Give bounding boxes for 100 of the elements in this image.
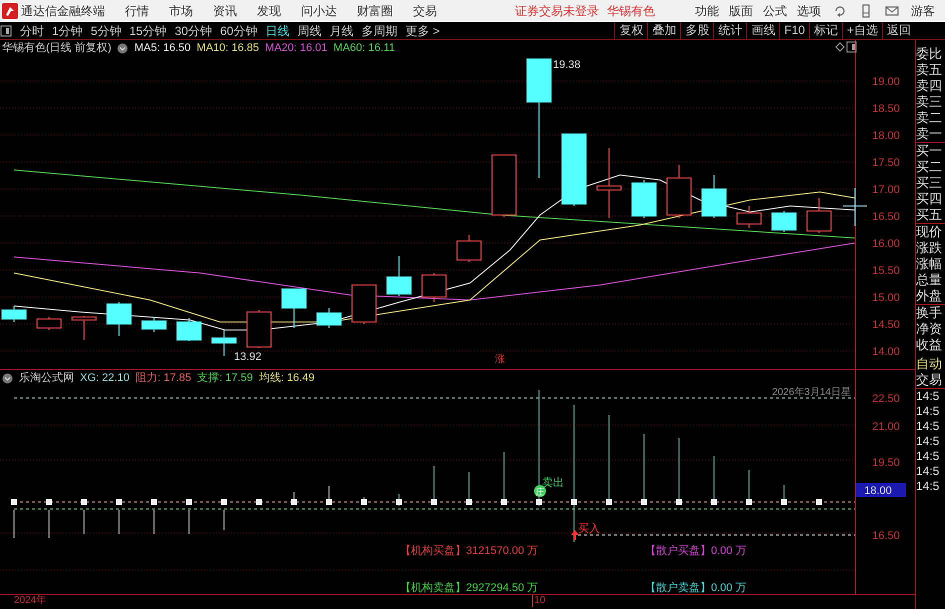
menu-item[interactable]: 财富圈	[357, 2, 393, 20]
candlestick	[72, 316, 96, 340]
refresh-icon[interactable]	[833, 4, 847, 18]
candlestick	[282, 288, 306, 328]
axis-label: 14.50	[872, 319, 900, 331]
signal-bar	[431, 466, 437, 505]
signal-bar	[186, 499, 192, 534]
dropdown-icon[interactable]	[117, 42, 128, 54]
quote-label: 买三	[916, 175, 943, 191]
quote-label: 换手	[916, 305, 943, 321]
axis-label: 19.00	[872, 76, 900, 88]
signal-bar	[46, 499, 52, 538]
period-tab[interactable]: 多周期	[361, 22, 398, 40]
candlestick	[596, 148, 622, 218]
menu-item[interactable]: 公式	[763, 2, 787, 20]
period-tab[interactable]: 5分钟	[90, 22, 122, 40]
auto-trade-label[interactable]: 交易	[916, 372, 945, 389]
menu-item[interactable]: 问小达	[301, 2, 337, 20]
axis-label: 18.00	[872, 130, 900, 142]
period-tab[interactable]: 月线	[329, 22, 354, 40]
quote-label: 外盘	[916, 288, 945, 305]
axis-label: 22.50	[872, 393, 900, 405]
axis-label: 19.50	[872, 457, 900, 469]
signal-bar	[711, 456, 717, 505]
panel-toggle-icon[interactable]	[0, 24, 12, 36]
toolbar-button[interactable]: F10	[779, 22, 809, 39]
indicator-value: MA20: 16.01	[265, 41, 328, 55]
period-tab[interactable]: 60分钟	[220, 22, 258, 40]
period-tab[interactable]: 1分钟	[52, 22, 83, 40]
menu-item[interactable]: 功能	[695, 2, 719, 20]
high-price-label: 19.38	[553, 59, 581, 71]
toolbar-button[interactable]: 叠加	[647, 22, 680, 39]
signal-bar	[746, 470, 752, 505]
menu-item[interactable]: 行情	[125, 2, 149, 20]
date-label: 2026年3月14日星	[772, 387, 851, 398]
user-label[interactable]: 游客	[911, 2, 935, 20]
toolbar-button[interactable]: 画线	[746, 22, 780, 39]
menu-item[interactable]: 资讯	[213, 2, 237, 20]
axis-label: 16.00	[872, 238, 900, 250]
candlestick	[806, 198, 832, 234]
quote-label: 涨跌	[916, 240, 943, 256]
signal-bar	[326, 486, 332, 505]
quote-label: 卖一	[916, 126, 945, 143]
period-tab[interactable]: 30分钟	[174, 22, 212, 40]
dropdown-icon[interactable]	[2, 372, 13, 384]
trade-time: 14:5	[916, 389, 940, 404]
auto-trade-label[interactable]: 自动	[916, 356, 945, 372]
candlestick	[386, 256, 412, 296]
toolbar-button[interactable]: 标记	[808, 22, 842, 39]
chart-title: 华锡有色(日线 前复权)	[2, 41, 112, 55]
axis-label: 14.00	[872, 346, 900, 358]
toolbar-button[interactable]: 返回	[882, 22, 915, 39]
low-price-label: 13.92	[234, 351, 262, 363]
axis-label: 15.50	[872, 265, 900, 277]
signal-bar	[291, 492, 297, 505]
menu-item[interactable]: 版面	[729, 2, 753, 20]
indicator-value: 均线: 16.49	[258, 371, 314, 385]
mail-icon[interactable]	[885, 4, 899, 18]
axis-label: 16.50	[872, 530, 900, 542]
signal-bar	[466, 472, 472, 505]
quote-label: 总量	[916, 272, 943, 288]
candlestick	[352, 284, 376, 324]
candlestick	[666, 164, 692, 218]
toolbar-button[interactable]: 多股	[680, 22, 714, 39]
panel-icon[interactable]	[846, 42, 856, 52]
period-tab[interactable]: 分时	[20, 22, 44, 40]
signal-bar	[221, 499, 227, 530]
flow-summary: 【散户卖盘】0.00 万	[645, 582, 746, 594]
toolbar-button[interactable]: +自选	[842, 22, 882, 39]
period-tab[interactable]: 周线	[297, 22, 322, 40]
candlestick	[772, 210, 796, 232]
menu-item[interactable]: 交易	[413, 2, 437, 20]
trade-time: 14:5	[916, 419, 940, 434]
axis-label: 18.50	[872, 103, 900, 115]
signal-bar	[676, 438, 682, 505]
toolbar-button[interactable]: 统计	[713, 22, 746, 39]
trade-time: 14:5	[916, 479, 940, 494]
menu-item[interactable]: 发现	[257, 2, 281, 20]
current-value-tag: 18.00	[856, 483, 906, 497]
toolbar-button[interactable]: 复权	[614, 22, 648, 39]
axis-label: 15.00	[872, 292, 900, 304]
sell-signal-badge: 庄	[534, 485, 546, 497]
menu-item[interactable]: 市场	[169, 2, 193, 20]
menu-item[interactable]: 选项	[797, 2, 821, 20]
stock-name: 华锡有色	[607, 3, 655, 20]
candlestick	[2, 306, 26, 322]
axis-label: 21.00	[872, 421, 900, 433]
candlestick	[36, 316, 62, 330]
candlestick	[422, 272, 446, 302]
signal-bar	[641, 434, 647, 505]
time-axis-label: 2024年	[14, 595, 46, 607]
period-tab[interactable]: 更多 >	[405, 22, 440, 40]
quote-label: 卖二	[916, 110, 943, 126]
flow-summary: 【散户买盘】0.00 万	[645, 545, 746, 557]
candlestick	[632, 180, 656, 218]
signal-bar	[396, 494, 402, 506]
period-tab[interactable]: 日线	[265, 22, 290, 40]
diamond-icon[interactable]	[835, 42, 845, 52]
period-tab[interactable]: 15分钟	[129, 22, 167, 40]
axis-label: 17.50	[872, 157, 900, 169]
